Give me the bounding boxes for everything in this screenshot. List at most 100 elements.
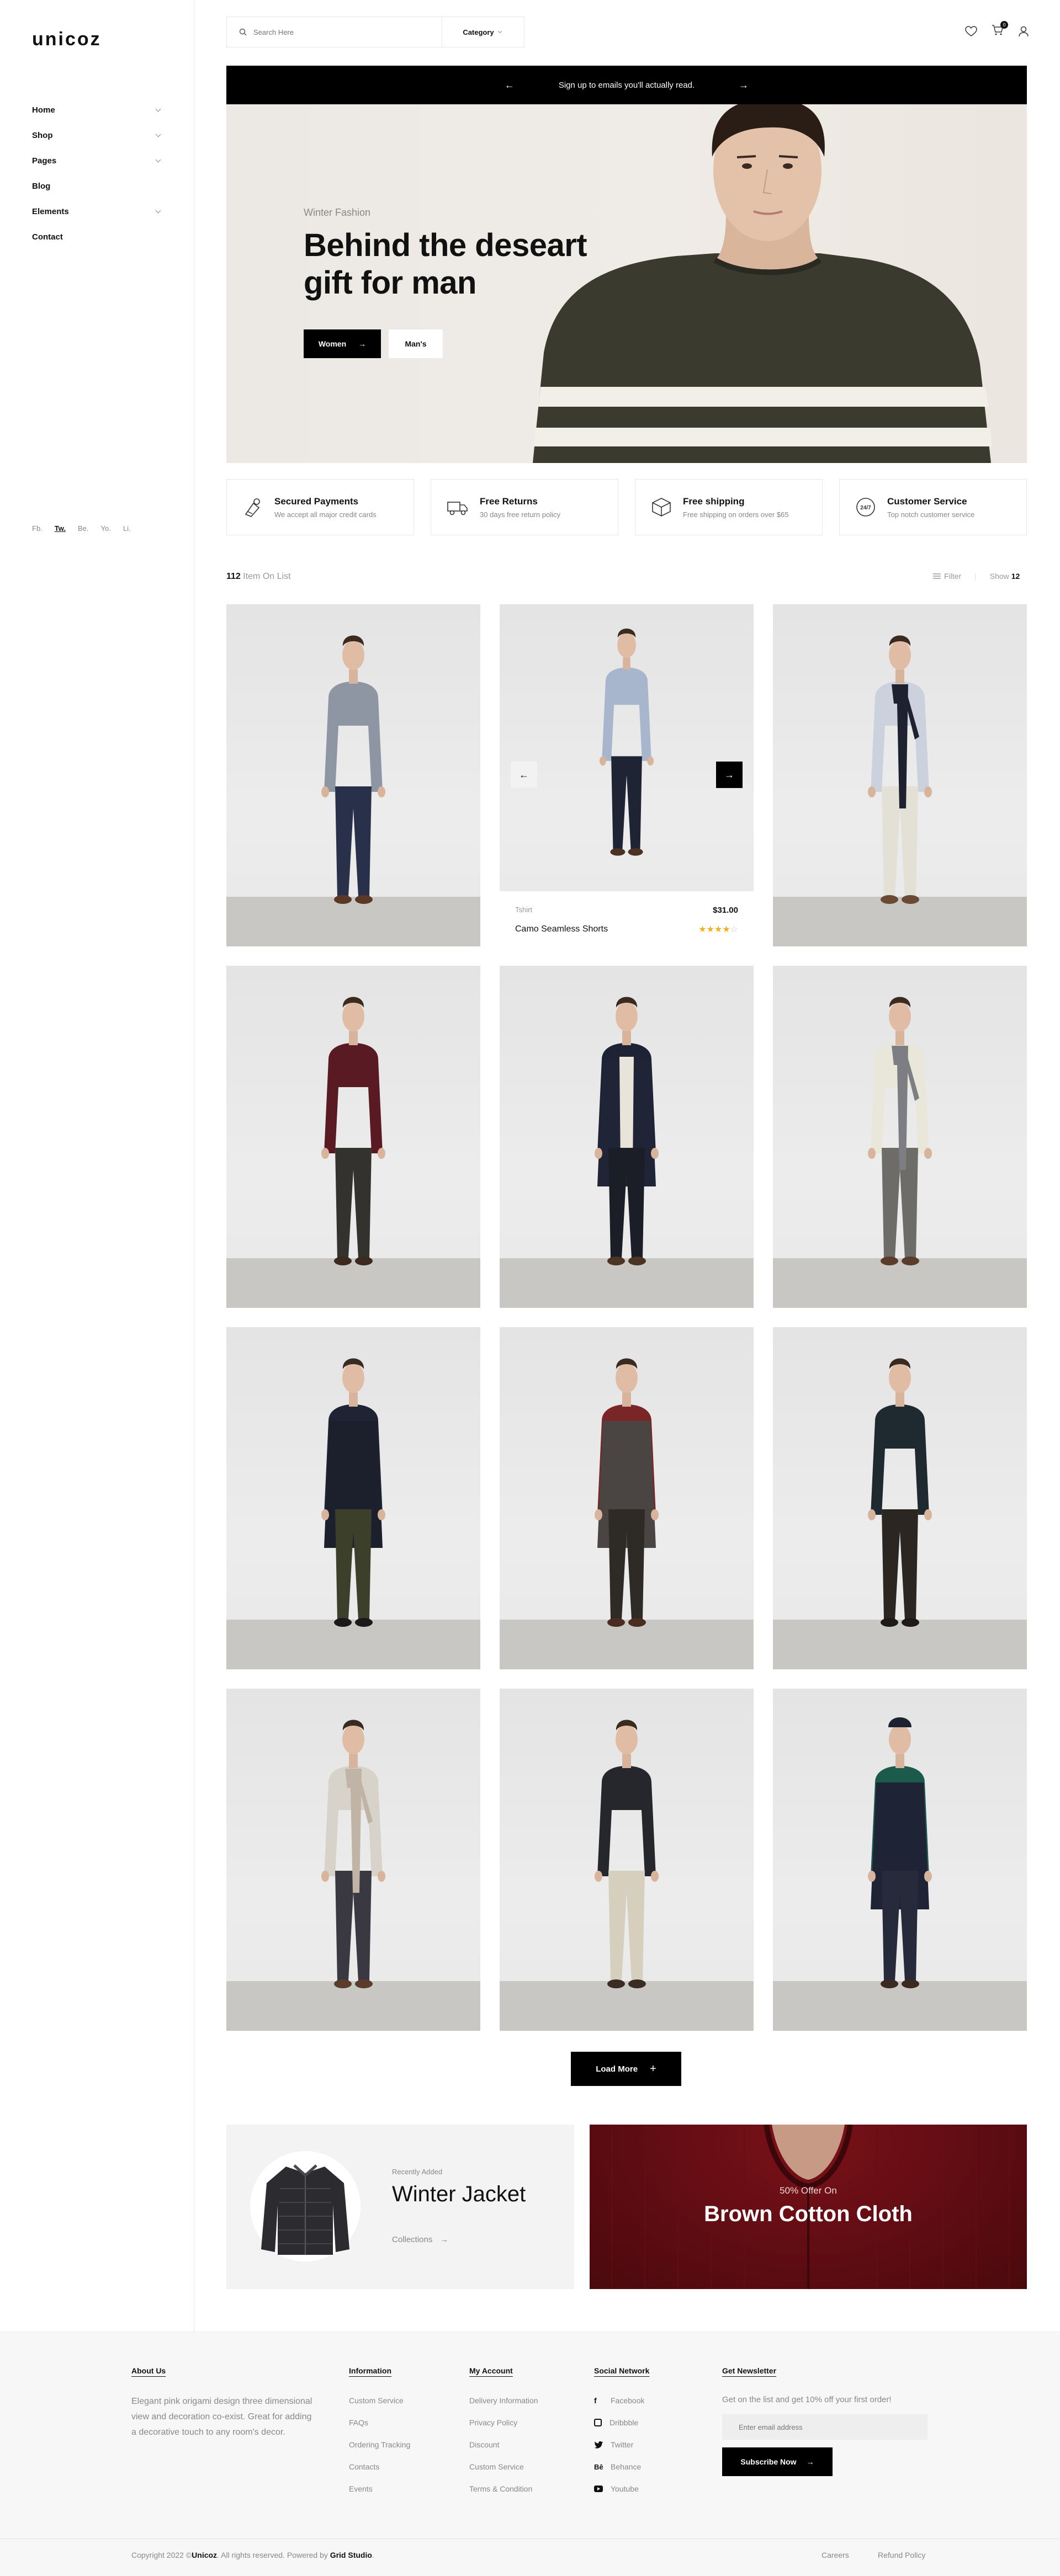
logo[interactable]: unicoz [32,29,102,50]
load-more-button[interactable]: Load More + [571,2052,681,2086]
arrow-right-icon[interactable]: → [739,79,749,91]
winter-jacket-banner[interactable]: Recently Added Winter Jacket Collections… [226,2125,574,2289]
footer: About Us Elegant pink origami design thr… [0,2332,1060,2576]
social-link-facebook[interactable]: Fb. [32,524,43,533]
footer-heading: My Account [469,2366,513,2375]
product-card[interactable] [226,604,480,946]
footer-account: My Account Delivery Information Privacy … [469,2366,538,2500]
footer-link[interactable]: Ordering Tracking [349,2434,410,2456]
next-image-button[interactable]: → [716,762,743,788]
sidebar-item-contact[interactable]: Contact [32,224,162,249]
show-count-select[interactable]: Show 12 [990,572,1020,581]
star-filled-icon: ★ [698,925,707,934]
sidebar-item-label: Elements [32,206,69,216]
sidebar-item-home[interactable]: Home [32,97,162,123]
search-field [227,17,442,47]
search-icon[interactable] [239,28,247,36]
product-card[interactable] [500,1689,754,2031]
footer-bottom-link-refund[interactable]: Refund Policy [878,2551,925,2559]
footer-bottom-link-careers[interactable]: Careers [822,2551,849,2559]
women-button[interactable]: Women → [304,329,381,358]
footer-newsletter: Get Newsletter Get on the list and get 1… [722,2366,928,2476]
product-card[interactable]: Tshirt $31.00 Camo Seamless Shorts ★★★★☆… [500,604,754,946]
footer-link[interactable]: FAQs [349,2412,410,2434]
copyright-prefix: Copyright 2022 © [131,2551,192,2559]
footer-link[interactable]: Delivery Information [469,2389,538,2412]
footer-link[interactable]: Contacts [349,2456,410,2478]
heart-icon[interactable] [965,25,977,37]
footer-link[interactable]: Discount [469,2434,538,2456]
newsletter-email-input[interactable] [722,2414,928,2440]
footer-link[interactable]: Privacy Policy [469,2412,538,2434]
sidebar-item-shop[interactable]: Shop [32,123,162,148]
product-card[interactable] [226,1689,480,2031]
feature-free-returns: Free Returns 30 days free return policy [431,479,618,535]
product-card[interactable] [773,604,1027,946]
footer-social-facebook[interactable]: f Facebook [594,2389,649,2412]
product-rating: ★★★★☆ [698,924,738,935]
brown-cotton-banner[interactable]: 50% Offer On Brown Cotton Cloth [590,2125,1027,2289]
footer-link[interactable]: Custom Service [349,2389,410,2412]
arrow-right-icon: → [806,2457,814,2466]
social-link-linkedin[interactable]: Li. [123,524,131,533]
copyright-suffix: . [372,2551,374,2559]
social-link-behance[interactable]: Be. [78,524,89,533]
user-icon[interactable] [1018,26,1029,37]
product-price: $31.00 [713,906,738,915]
subscribe-button[interactable]: Subscribe Now → [722,2447,833,2476]
product-card[interactable] [773,1689,1027,2031]
footer-social-behance[interactable]: Bē Behance [594,2456,649,2478]
chevron-down-icon [155,157,161,162]
feature-free-shipping: Free shipping Free shipping on orders ove… [635,479,823,535]
copyright-brand[interactable]: Unicoz [192,2551,217,2559]
footer-social-dribbble[interactable]: Dribbble [594,2412,649,2434]
product-card[interactable] [500,966,754,1308]
footer-link[interactable]: Terms & Condition [469,2478,538,2500]
product-name[interactable]: Camo Seamless Shorts [515,924,608,934]
product-count: 112 Item On List [226,572,291,582]
banner-eyebrow: Recently Added [392,2168,443,2176]
filter-label: Filter [944,572,962,581]
footer-link[interactable]: Events [349,2478,410,2500]
footer-link[interactable]: Custom Service [469,2456,538,2478]
footer-link-label: Behance [611,2462,642,2471]
show-label: Show [989,572,1009,581]
mans-button[interactable]: Man's [389,329,443,358]
product-card[interactable] [773,966,1027,1308]
sidebar-item-label: Blog [32,181,51,191]
star-filled-icon: ★ [714,925,723,934]
chevron-down-icon [155,106,161,111]
search-input[interactable] [253,28,419,36]
feature-desc: 30 days free return policy [480,510,560,519]
footer-information: Information Custom Service FAQs Ordering… [349,2366,410,2500]
copyright-middle: . All rights reserved. Powered by [217,2551,330,2559]
product-card[interactable] [226,966,480,1308]
product-card[interactable] [500,1327,754,1669]
sidebar-item-pages[interactable]: Pages [32,148,162,173]
prev-image-button[interactable]: ← [511,762,537,788]
hero-banner: Winter Fashion Behind the deseart gift f… [226,104,1027,463]
product-card[interactable] [226,1327,480,1669]
sidebar-item-elements[interactable]: Elements [32,199,162,224]
feature-customer-service: 24/7 Customer Service Top notch customer … [839,479,1027,535]
footer-social-twitter[interactable]: Twitter [594,2434,649,2456]
social-link-twitter[interactable]: Tw. [55,524,66,533]
product-image [599,628,654,856]
hero-subtitle: Winter Fashion [304,207,371,218]
copyright-studio[interactable]: Grid Studio [330,2551,372,2559]
social-link-youtube[interactable]: Yo. [101,524,111,533]
footer-heading: About Us [131,2366,166,2375]
filter-button[interactable]: Filter [933,572,961,581]
load-more-label: Load More [596,2064,638,2074]
cart-button[interactable]: 0 [992,21,1008,38]
footer-social: Social Network f Facebook Dribbble Twitte… [594,2366,649,2500]
product-card[interactable] [773,1327,1027,1669]
list-controls: Filter | Show 12 [933,572,1020,581]
sidebar: unicoz Home Shop Pages Blog Elements Con… [0,0,194,2332]
sidebar-item-blog[interactable]: Blog [32,173,162,199]
collections-link[interactable]: Collections → [392,2235,448,2244]
category-dropdown[interactable]: Category [442,28,524,36]
footer-social-youtube[interactable]: Youtube [594,2478,649,2500]
twitter-icon [594,2441,603,2449]
arrow-left-icon[interactable]: ← [505,79,515,91]
